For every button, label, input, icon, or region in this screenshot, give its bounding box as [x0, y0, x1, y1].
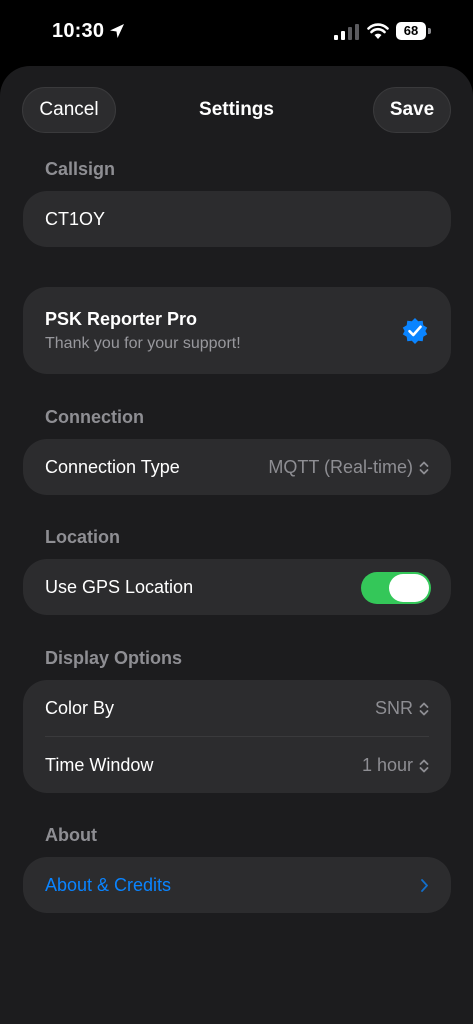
toggle-knob: [389, 574, 429, 602]
section-label-display-options: Display Options: [45, 648, 183, 668]
connection-type-label: Connection Type: [45, 457, 180, 477]
gps-location-toggle[interactable]: [361, 572, 431, 604]
verified-badge-icon: [402, 318, 428, 344]
chevron-up-down-icon: [419, 759, 429, 772]
pro-subtitle: Thank you for your support!: [45, 335, 241, 352]
battery-cap: [428, 28, 431, 34]
row-divider: [45, 736, 429, 737]
section-label-location: Location: [45, 527, 120, 547]
about-credits-link[interactable]: About & Credits: [45, 875, 171, 896]
time-window-picker[interactable]: 1 hour: [362, 755, 429, 776]
pro-card: PSK Reporter Pro Thank you for your supp…: [23, 287, 451, 374]
location-arrow-icon: [110, 24, 124, 38]
chevron-right-icon: [421, 879, 428, 892]
connection-type-value: MQTT (Real-time): [268, 457, 413, 477]
chevron-up-down-icon: [419, 702, 429, 715]
pro-title: PSK Reporter Pro: [45, 309, 198, 329]
gps-location-row: Use GPS Location: [23, 559, 451, 615]
wifi-icon: [367, 23, 389, 39]
battery-indicator: 68: [396, 22, 426, 40]
callsign-input-value[interactable]: CT1OY: [45, 209, 105, 230]
time-window-value: 1 hour: [361, 755, 413, 775]
time-window-label: Time Window: [45, 755, 154, 775]
chevron-up-down-icon: [419, 461, 429, 474]
status-bar: 10:30 68: [0, 0, 473, 64]
cellular-signal-icon: [334, 24, 359, 40]
section-label-about: About: [45, 825, 97, 845]
display-options-group: Color By SNR Time Window 1 hour: [23, 680, 451, 793]
settings-sheet: Cancel Settings Save Callsign CT1OY PSK …: [0, 66, 473, 1024]
status-time: 10:30: [52, 20, 105, 42]
callsign-field[interactable]: CT1OY: [23, 191, 451, 247]
section-label-connection: Connection: [45, 407, 144, 427]
section-label-callsign: Callsign: [45, 159, 116, 179]
gps-location-label: Use GPS Location: [45, 577, 194, 597]
color-by-picker[interactable]: SNR: [375, 698, 429, 719]
connection-type-picker[interactable]: MQTT (Real-time): [268, 457, 429, 478]
color-by-label: Color By: [45, 698, 115, 718]
connection-type-row[interactable]: Connection Type MQTT (Real-time): [23, 439, 451, 495]
about-credits-row[interactable]: About & Credits: [23, 857, 451, 913]
color-by-value: SNR: [374, 698, 413, 718]
save-button[interactable]: Save: [373, 87, 451, 133]
